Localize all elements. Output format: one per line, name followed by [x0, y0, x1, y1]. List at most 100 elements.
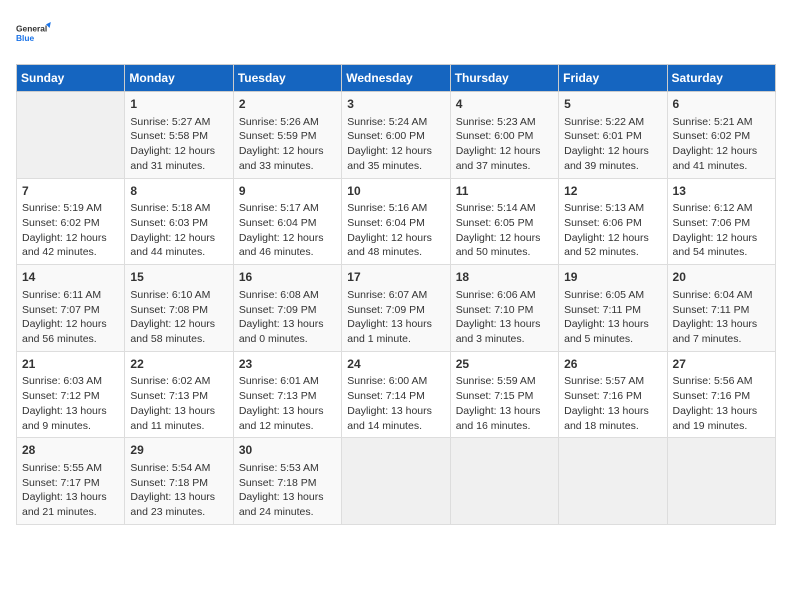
day-cell: 9Sunrise: 5:17 AM Sunset: 6:04 PM Daylig…	[233, 178, 341, 265]
day-cell	[559, 438, 667, 525]
day-number: 20	[673, 269, 770, 286]
day-info: Sunrise: 6:12 AM Sunset: 7:06 PM Dayligh…	[673, 201, 770, 260]
day-number: 16	[239, 269, 336, 286]
day-number: 18	[456, 269, 553, 286]
col-header-friday: Friday	[559, 65, 667, 92]
day-number: 30	[239, 442, 336, 459]
day-info: Sunrise: 5:53 AM Sunset: 7:18 PM Dayligh…	[239, 461, 336, 520]
col-header-sunday: Sunday	[17, 65, 125, 92]
week-row-2: 7Sunrise: 5:19 AM Sunset: 6:02 PM Daylig…	[17, 178, 776, 265]
week-row-1: 1Sunrise: 5:27 AM Sunset: 5:58 PM Daylig…	[17, 92, 776, 179]
day-info: Sunrise: 5:56 AM Sunset: 7:16 PM Dayligh…	[673, 374, 770, 433]
day-cell: 6 Sunrise: 5:21 AM Sunset: 6:02 PM Daylig…	[667, 92, 775, 179]
day-number: 5	[564, 96, 661, 113]
day-cell: 7Sunrise: 5:19 AM Sunset: 6:02 PM Daylig…	[17, 178, 125, 265]
day-number: 6	[673, 96, 770, 113]
day-cell: 12Sunrise: 5:13 AM Sunset: 6:06 PM Dayli…	[559, 178, 667, 265]
col-header-saturday: Saturday	[667, 65, 775, 92]
day-info: Sunrise: 5:57 AM Sunset: 7:16 PM Dayligh…	[564, 374, 661, 433]
day-info: Sunrise: 6:10 AM Sunset: 7:08 PM Dayligh…	[130, 288, 227, 347]
day-cell: 11Sunrise: 5:14 AM Sunset: 6:05 PM Dayli…	[450, 178, 558, 265]
day-number: 2	[239, 96, 336, 113]
day-number: 25	[456, 356, 553, 373]
col-header-tuesday: Tuesday	[233, 65, 341, 92]
logo: General Blue	[16, 16, 52, 52]
day-info: Sunrise: 5:19 AM Sunset: 6:02 PM Dayligh…	[22, 201, 119, 260]
day-cell: 4 Sunrise: 5:23 AM Sunset: 6:00 PM Daylig…	[450, 92, 558, 179]
day-number: 17	[347, 269, 444, 286]
day-number: 24	[347, 356, 444, 373]
day-info: Sunrise: 5:18 AM Sunset: 6:03 PM Dayligh…	[130, 201, 227, 260]
day-cell: 2 Sunrise: 5:26 AM Sunset: 5:59 PM Daylig…	[233, 92, 341, 179]
day-number: 15	[130, 269, 227, 286]
day-info: Sunrise: 5:54 AM Sunset: 7:18 PM Dayligh…	[130, 461, 227, 520]
day-cell: 17 Sunrise: 6:07 AM Sunset: 7:09 PM Dayli…	[342, 265, 450, 352]
day-number: 23	[239, 356, 336, 373]
day-cell: 30 Sunrise: 5:53 AM Sunset: 7:18 PM Dayli…	[233, 438, 341, 525]
day-number: 27	[673, 356, 770, 373]
day-number: 14	[22, 269, 119, 286]
day-number: 12	[564, 183, 661, 200]
day-number: 11	[456, 183, 553, 200]
col-header-monday: Monday	[125, 65, 233, 92]
day-cell	[342, 438, 450, 525]
col-header-wednesday: Wednesday	[342, 65, 450, 92]
day-cell: 20 Sunrise: 6:04 AM Sunset: 7:11 PM Dayli…	[667, 265, 775, 352]
day-number: 22	[130, 356, 227, 373]
day-number: 21	[22, 356, 119, 373]
day-cell: 19 Sunrise: 6:05 AM Sunset: 7:11 PM Dayli…	[559, 265, 667, 352]
day-info: Sunrise: 6:04 AM Sunset: 7:11 PM Dayligh…	[673, 288, 770, 347]
day-cell	[667, 438, 775, 525]
svg-text:General: General	[16, 24, 47, 34]
day-info: Sunrise: 6:05 AM Sunset: 7:11 PM Dayligh…	[564, 288, 661, 347]
day-cell: 13Sunrise: 6:12 AM Sunset: 7:06 PM Dayli…	[667, 178, 775, 265]
day-number: 4	[456, 96, 553, 113]
week-row-3: 14 Sunrise: 6:11 AM Sunset: 7:07 PM Dayli…	[17, 265, 776, 352]
day-info: Sunrise: 5:23 AM Sunset: 6:00 PM Dayligh…	[456, 115, 553, 174]
day-info: Sunrise: 6:07 AM Sunset: 7:09 PM Dayligh…	[347, 288, 444, 347]
day-info: Sunrise: 6:11 AM Sunset: 7:07 PM Dayligh…	[22, 288, 119, 347]
day-info: Sunrise: 5:17 AM Sunset: 6:04 PM Dayligh…	[239, 201, 336, 260]
col-header-thursday: Thursday	[450, 65, 558, 92]
day-cell: 14 Sunrise: 6:11 AM Sunset: 7:07 PM Dayli…	[17, 265, 125, 352]
day-info: Sunrise: 5:16 AM Sunset: 6:04 PM Dayligh…	[347, 201, 444, 260]
week-row-5: 28Sunrise: 5:55 AM Sunset: 7:17 PM Dayli…	[17, 438, 776, 525]
day-number: 26	[564, 356, 661, 373]
day-number: 8	[130, 183, 227, 200]
day-cell: 18 Sunrise: 6:06 AM Sunset: 7:10 PM Dayli…	[450, 265, 558, 352]
day-number: 9	[239, 183, 336, 200]
day-info: Sunrise: 6:08 AM Sunset: 7:09 PM Dayligh…	[239, 288, 336, 347]
day-info: Sunrise: 5:21 AM Sunset: 6:02 PM Dayligh…	[673, 115, 770, 174]
calendar-table: SundayMondayTuesdayWednesdayThursdayFrid…	[16, 64, 776, 525]
day-info: Sunrise: 5:22 AM Sunset: 6:01 PM Dayligh…	[564, 115, 661, 174]
day-info: Sunrise: 5:26 AM Sunset: 5:59 PM Dayligh…	[239, 115, 336, 174]
logo-svg: General Blue	[16, 16, 52, 52]
day-number: 19	[564, 269, 661, 286]
day-number: 13	[673, 183, 770, 200]
day-cell: 27Sunrise: 5:56 AM Sunset: 7:16 PM Dayli…	[667, 351, 775, 438]
day-cell: 16 Sunrise: 6:08 AM Sunset: 7:09 PM Dayli…	[233, 265, 341, 352]
day-info: Sunrise: 5:14 AM Sunset: 6:05 PM Dayligh…	[456, 201, 553, 260]
day-cell: 25Sunrise: 5:59 AM Sunset: 7:15 PM Dayli…	[450, 351, 558, 438]
day-info: Sunrise: 5:13 AM Sunset: 6:06 PM Dayligh…	[564, 201, 661, 260]
day-cell: 24Sunrise: 6:00 AM Sunset: 7:14 PM Dayli…	[342, 351, 450, 438]
day-cell: 8Sunrise: 5:18 AM Sunset: 6:03 PM Daylig…	[125, 178, 233, 265]
day-cell: 29Sunrise: 5:54 AM Sunset: 7:18 PM Dayli…	[125, 438, 233, 525]
day-cell: 22Sunrise: 6:02 AM Sunset: 7:13 PM Dayli…	[125, 351, 233, 438]
day-cell: 28Sunrise: 5:55 AM Sunset: 7:17 PM Dayli…	[17, 438, 125, 525]
day-info: Sunrise: 6:00 AM Sunset: 7:14 PM Dayligh…	[347, 374, 444, 433]
day-info: Sunrise: 5:59 AM Sunset: 7:15 PM Dayligh…	[456, 374, 553, 433]
day-info: Sunrise: 6:06 AM Sunset: 7:10 PM Dayligh…	[456, 288, 553, 347]
day-number: 10	[347, 183, 444, 200]
day-cell	[450, 438, 558, 525]
day-info: Sunrise: 6:01 AM Sunset: 7:13 PM Dayligh…	[239, 374, 336, 433]
day-number: 3	[347, 96, 444, 113]
day-cell: 1Sunrise: 5:27 AM Sunset: 5:58 PM Daylig…	[125, 92, 233, 179]
day-info: Sunrise: 6:03 AM Sunset: 7:12 PM Dayligh…	[22, 374, 119, 433]
day-number: 28	[22, 442, 119, 459]
day-cell: 5 Sunrise: 5:22 AM Sunset: 6:01 PM Daylig…	[559, 92, 667, 179]
day-cell: 23Sunrise: 6:01 AM Sunset: 7:13 PM Dayli…	[233, 351, 341, 438]
day-info: Sunrise: 6:02 AM Sunset: 7:13 PM Dayligh…	[130, 374, 227, 433]
day-cell: 3Sunrise: 5:24 AM Sunset: 6:00 PM Daylig…	[342, 92, 450, 179]
day-cell	[17, 92, 125, 179]
